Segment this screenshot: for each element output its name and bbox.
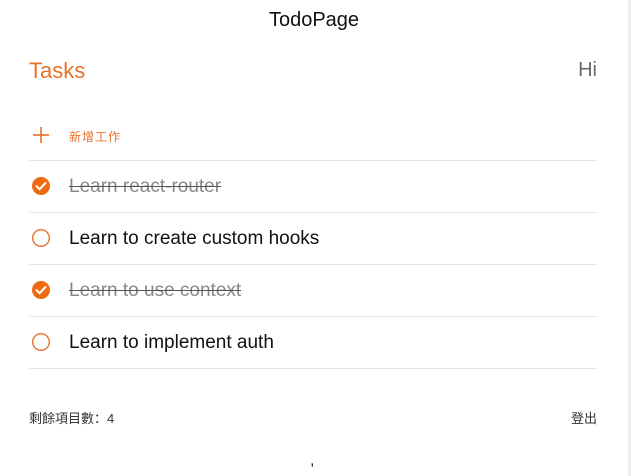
todo-item-text: Learn react-router bbox=[69, 176, 222, 197]
add-task-label: 新增工作 bbox=[69, 130, 122, 144]
remaining-count: 剩餘項目數：4 bbox=[29, 411, 115, 426]
todo-item[interactable]: Learn react-router bbox=[29, 161, 597, 213]
tasks-header: Tasks Hi bbox=[29, 58, 597, 86]
tasks-title: Tasks bbox=[29, 58, 86, 83]
plus-icon bbox=[33, 127, 49, 143]
todo-item[interactable]: Learn to use context bbox=[29, 265, 597, 317]
todo-list: Learn react-router Learn to create custo… bbox=[29, 161, 597, 369]
page-title: TodoPage bbox=[268, 9, 360, 31]
todo-item-text: Learn to implement auth bbox=[69, 332, 274, 353]
user-greeting: Hi bbox=[578, 59, 597, 81]
unchecked-circle-icon[interactable] bbox=[31, 228, 51, 248]
todo-footer: 剩餘項目數：4 登出 bbox=[29, 408, 597, 428]
todo-item-text: Learn to use context bbox=[69, 280, 242, 301]
todo-item[interactable]: Learn to create custom hooks bbox=[29, 213, 597, 265]
unchecked-circle-icon[interactable] bbox=[31, 332, 51, 352]
checked-circle-icon[interactable] bbox=[31, 176, 51, 196]
todo-item-text: Learn to create custom hooks bbox=[69, 228, 320, 249]
logout-button[interactable]: 登出 bbox=[571, 408, 597, 427]
todo-item[interactable]: Learn to implement auth bbox=[29, 317, 597, 369]
checked-circle-icon[interactable] bbox=[31, 280, 51, 300]
stray-comma: , bbox=[310, 452, 315, 469]
add-task-button[interactable]: 新增工作 bbox=[29, 120, 597, 161]
